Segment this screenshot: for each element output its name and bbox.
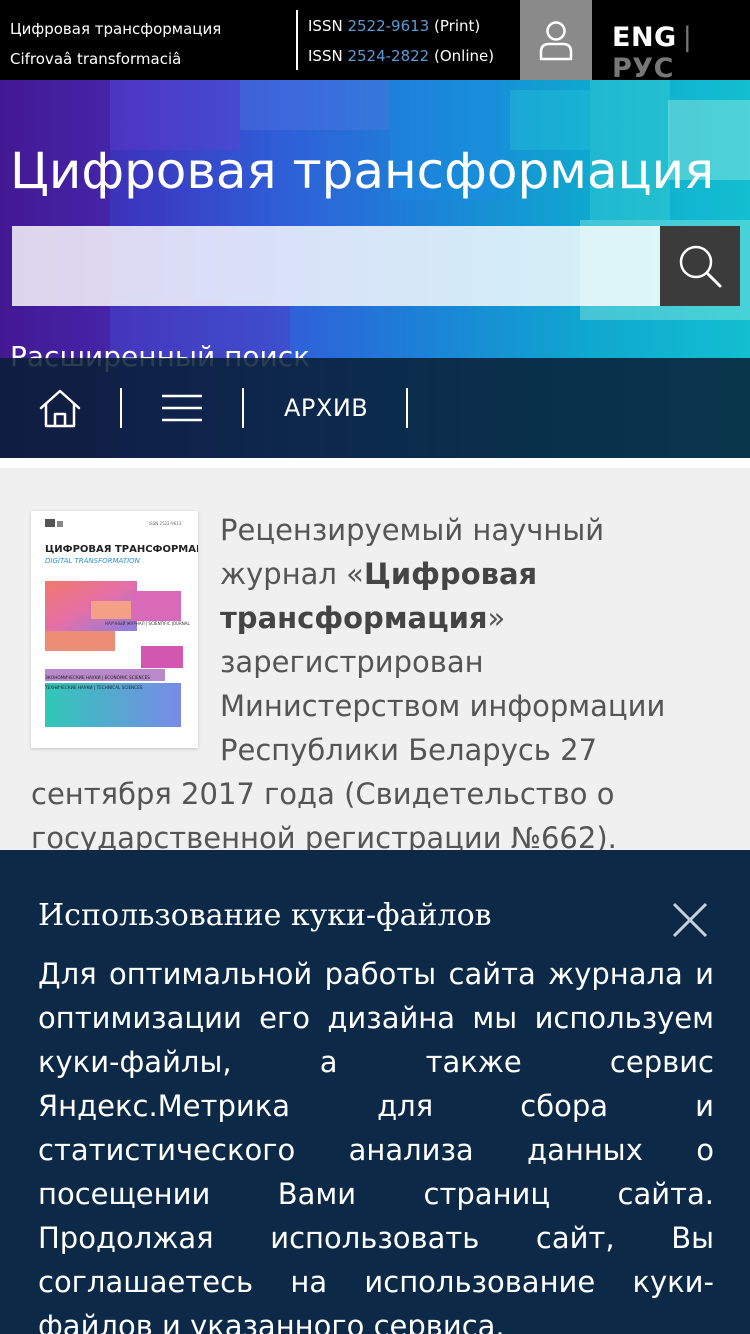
brand-name-ru: Цифровая трансформация	[10, 20, 222, 38]
search-button[interactable]	[660, 226, 740, 306]
nav-separator	[242, 388, 244, 428]
brand-name-translit: Cifrovaâ transformaciâ	[10, 50, 182, 68]
hero-banner: Цифровая трансформация Расширенный поиск…	[0, 80, 750, 458]
menu-button[interactable]	[160, 392, 204, 424]
hamburger-menu-icon	[162, 394, 202, 422]
issn-print-note: (Print)	[434, 17, 481, 35]
issn-label: ISSN	[308, 17, 343, 35]
nav-separator	[406, 388, 408, 428]
nav-separator	[120, 388, 122, 428]
hero-decor-tile	[110, 80, 240, 150]
issn-print-number[interactable]: 2522-9613	[347, 17, 429, 35]
home-icon	[39, 389, 81, 428]
top-bar: Цифровая трансформация Cifrovaâ transfor…	[0, 0, 750, 84]
journal-brand[interactable]: Цифровая трансформация Cifrovaâ transfor…	[10, 14, 221, 74]
hero-decor-tile	[240, 80, 390, 130]
search-icon	[679, 245, 722, 288]
cookie-close-button[interactable]	[668, 898, 712, 942]
main-navbar: АРХИВ	[0, 358, 750, 458]
issn-label: ISSN	[308, 47, 343, 65]
issn-block: ISSN 2522-9613 (Print) ISSN 2524-2822 (O…	[308, 11, 494, 71]
cookie-banner: Использование куки-файлов Для оптимально…	[0, 850, 750, 1334]
lang-eng-link[interactable]: ENG	[612, 22, 677, 53]
language-switcher: ENG |РУС	[612, 22, 750, 84]
user-icon	[539, 21, 573, 61]
topbar-divider	[296, 10, 298, 70]
issn-online-number[interactable]: 2524-2822	[347, 47, 429, 65]
user-account-button[interactable]	[520, 0, 592, 80]
journal-description: Рецензируемый научный журнал «Цифровая т…	[31, 508, 716, 904]
content-top-strip	[0, 458, 750, 468]
lang-separator: |	[682, 22, 693, 53]
cookie-banner-text: Для оптимальной работы сайта журнала и о…	[38, 957, 714, 1334]
issn-online-note: (Online)	[434, 47, 495, 65]
search-input[interactable]	[12, 226, 660, 306]
nav-archive-link[interactable]: АРХИВ	[284, 394, 368, 422]
cookie-banner-title: Использование куки-файлов	[38, 898, 492, 933]
journal-title: Цифровая трансформация	[10, 142, 715, 200]
home-button[interactable]	[36, 386, 84, 430]
cover-float-spacer	[31, 508, 220, 753]
hero-decor-tile	[510, 90, 590, 150]
close-icon	[672, 902, 708, 938]
